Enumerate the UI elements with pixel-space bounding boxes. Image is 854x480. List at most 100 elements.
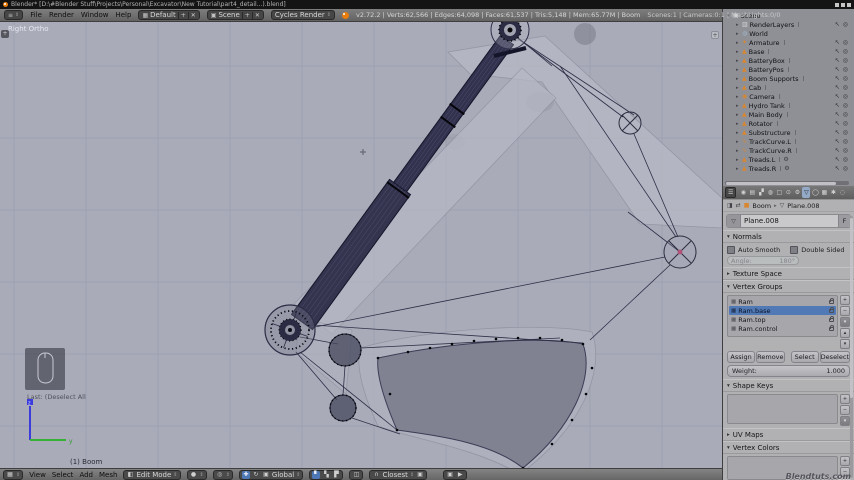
restrict-select-icon[interactable]: ↖ xyxy=(835,57,840,64)
outliner-item-label[interactable]: Cab xyxy=(749,84,762,92)
expand-icon[interactable]: ▸ xyxy=(736,40,740,46)
outliner-row-hydro-tank[interactable]: ▸ ▲ Hydro Tank ↖ ◎ xyxy=(723,101,854,110)
lock-icon[interactable] xyxy=(829,297,834,304)
outliner-row-rotator[interactable]: ▸ ▲ Rotator ↖ ◎ xyxy=(723,119,854,128)
expand-icon[interactable]: ▸ xyxy=(736,112,740,118)
menu-add[interactable]: Add xyxy=(79,471,93,479)
outliner-row-batterybox[interactable]: ▸ ▲ BatteryBox ↖ ◎ xyxy=(723,56,854,65)
close-button[interactable] xyxy=(847,2,851,7)
cycle-icon[interactable]: ⇄ xyxy=(736,202,741,209)
add-shape-key-button[interactable]: + xyxy=(840,394,850,404)
vertex-group-name[interactable]: Ram xyxy=(738,298,753,306)
outliner-item-label[interactable]: Treads.R xyxy=(749,165,777,173)
scene-selector[interactable]: ▣ Scene + ✕ xyxy=(206,10,264,20)
menu-select[interactable]: Select xyxy=(52,471,74,479)
expand-icon[interactable]: ▸ xyxy=(736,22,740,28)
datablock-name-field[interactable]: ▽ Plane.008 F xyxy=(726,214,851,228)
breadcrumb-data[interactable]: Plane.008 xyxy=(787,202,819,210)
outliner-item-label[interactable]: RenderLayers xyxy=(750,21,795,29)
restrict-render-icon[interactable]: ◎ xyxy=(843,138,848,145)
vertex-group-name[interactable]: Ram.top xyxy=(738,316,765,324)
panel-header-shape-keys[interactable]: ▾ Shape Keys xyxy=(723,379,854,392)
expand-icon[interactable]: ▸ xyxy=(736,148,740,154)
scrollbar-thumb[interactable] xyxy=(726,181,836,185)
add-vertex-group-button[interactable]: + xyxy=(840,295,850,305)
checkbox-icon[interactable] xyxy=(790,246,799,254)
tab-particles[interactable]: ✱ xyxy=(829,187,837,198)
pivot-point-selector[interactable]: ◎ ⇕ xyxy=(212,469,233,480)
outliner-row-armature[interactable]: ▸ ✦ Armature ↖ ◎ xyxy=(723,38,854,47)
vertex-group-name[interactable]: Ram.base xyxy=(738,307,770,315)
outliner-item-label[interactable]: BatteryBox xyxy=(749,57,785,65)
add-vertex-color-button[interactable]: + xyxy=(840,456,850,466)
restrict-select-icon[interactable]: ↖ xyxy=(835,21,840,28)
outliner-item-label[interactable]: Hydro Tank xyxy=(749,102,785,110)
add-scene-button[interactable]: + xyxy=(241,11,250,19)
linkage-circle-lower[interactable] xyxy=(329,394,357,422)
outliner-row-base[interactable]: ▸ ▲ Base ↖ ◎ xyxy=(723,47,854,56)
outliner-row-trackcurve-r[interactable]: ▸ ∿ TrackCurve.R ↖ ◎ xyxy=(723,146,854,155)
expand-icon[interactable]: ▸ xyxy=(736,58,740,64)
operator-panel-thumbnail[interactable] xyxy=(25,348,65,390)
orientation-value[interactable]: Global xyxy=(272,471,294,479)
angle-slider[interactable]: Angle: 180° xyxy=(727,256,799,265)
outliner-row-treads-l[interactable]: ▸ ▲ Treads.L ⚙ ↖ ◎ xyxy=(723,155,854,164)
crosshair-empty[interactable] xyxy=(663,235,697,269)
properties-editor[interactable]: ☰ ◉ ▤ ▞ ◍ □ ⊙ ⚙ ▽ ◯ ▦ ✱ ◌ ◨ ⇄ ■ Boom ▸ ▽ xyxy=(722,186,854,480)
outliner-row-substructure[interactable]: ▸ ▲ Substructure ↖ ◎ xyxy=(723,128,854,137)
outliner-item-label[interactable]: TrackCurve.L xyxy=(749,138,791,146)
outliner-row-camera[interactable]: ▸ ◉ Camera ↖ ◎ xyxy=(723,92,854,101)
panel-header-vertex-colors[interactable]: ▾ Vertex Colors xyxy=(723,441,854,454)
menu-render[interactable]: Render xyxy=(49,11,74,19)
restrict-render-icon[interactable]: ◎ xyxy=(843,21,848,28)
translate-manipulator-button[interactable]: ✚ xyxy=(241,470,250,479)
outliner-row-renderlayers[interactable]: ▸ ▥ RenderLayers ↖ ◎ xyxy=(723,20,854,29)
outliner-row-cab[interactable]: ▸ ▲ Cab ↖ ◎ xyxy=(723,83,854,92)
tab-physics[interactable]: ◌ xyxy=(838,187,846,198)
expand-icon[interactable]: ▸ xyxy=(736,85,740,91)
restrict-render-icon[interactable]: ◎ xyxy=(843,165,848,172)
restrict-select-icon[interactable]: ↖ xyxy=(835,120,840,127)
magnet-icon[interactable]: ∩ xyxy=(372,471,380,479)
restrict-render-icon[interactable]: ◎ xyxy=(843,48,848,55)
restrict-select-icon[interactable]: ↖ xyxy=(835,111,840,118)
panel-header-normals[interactable]: ▾ Normals xyxy=(723,230,854,243)
outliner-row-main-body[interactable]: ▸ ▲ Main Body ↖ ◎ xyxy=(723,110,854,119)
move-group-up-button[interactable]: ▴ xyxy=(840,328,850,338)
editor-type-selector[interactable]: ▦ ⇕ xyxy=(3,469,24,480)
expand-icon[interactable]: ▸ xyxy=(736,103,740,109)
screen-layout-selector[interactable]: ▦ Default + ✕ xyxy=(138,10,200,20)
menu-file[interactable]: File xyxy=(30,11,42,19)
checkbox-icon[interactable] xyxy=(727,246,735,254)
edge-select-button[interactable]: ▚ xyxy=(322,471,330,479)
remove-shape-key-button[interactable]: − xyxy=(840,405,850,415)
expand-icon[interactable]: ▸ xyxy=(736,157,740,163)
toolshelf-expand-button[interactable]: + xyxy=(1,30,9,38)
remove-vertex-group-button[interactable]: − xyxy=(840,306,850,316)
maximize-button[interactable] xyxy=(841,2,845,7)
restrict-render-icon[interactable]: ◎ xyxy=(843,129,848,136)
menu-mesh[interactable]: Mesh xyxy=(99,471,117,479)
vertex-select-button[interactable]: ▘ xyxy=(312,470,321,479)
vertex-group-row-selected[interactable]: ▦ Ram.base xyxy=(729,306,836,315)
vertex-group-list[interactable]: ▦ Ram ▦ Ram.base ▦ Ram.top ▦ Ram.control xyxy=(727,295,838,337)
outliner-item-label[interactable]: Base xyxy=(749,48,765,56)
delete-scene-button[interactable]: ✕ xyxy=(251,11,260,19)
tab-constraints[interactable]: ⊙ xyxy=(784,187,792,198)
expand-icon[interactable]: ▸ xyxy=(736,121,740,127)
restrict-render-icon[interactable]: ◎ xyxy=(843,156,848,163)
outliner-row-batterypos[interactable]: ▸ ▲ BatteryPos ↖ ◎ xyxy=(723,65,854,74)
vertex-group-row[interactable]: ▦ Ram.top xyxy=(729,315,836,324)
panel-header-uv-maps[interactable]: ▸ UV Maps xyxy=(723,428,854,441)
vertex-group-specials-button[interactable]: ▾ xyxy=(840,317,850,327)
datablock-name-value[interactable]: Plane.008 xyxy=(741,217,838,225)
expand-icon[interactable]: ▸ xyxy=(736,166,740,172)
viewport-shading-selector[interactable]: ● ⇕ xyxy=(186,469,207,480)
assign-button[interactable]: Assign xyxy=(727,351,756,363)
properties-scrollbar[interactable] xyxy=(850,216,853,478)
outliner-horizontal-scrollbar[interactable] xyxy=(725,181,849,185)
restrict-select-icon[interactable]: ↖ xyxy=(835,138,840,145)
render-anim-button[interactable]: ▶ xyxy=(456,471,464,479)
expand-icon[interactable]: ▸ xyxy=(736,94,740,100)
tab-object-data[interactable]: ▽ xyxy=(802,187,811,198)
